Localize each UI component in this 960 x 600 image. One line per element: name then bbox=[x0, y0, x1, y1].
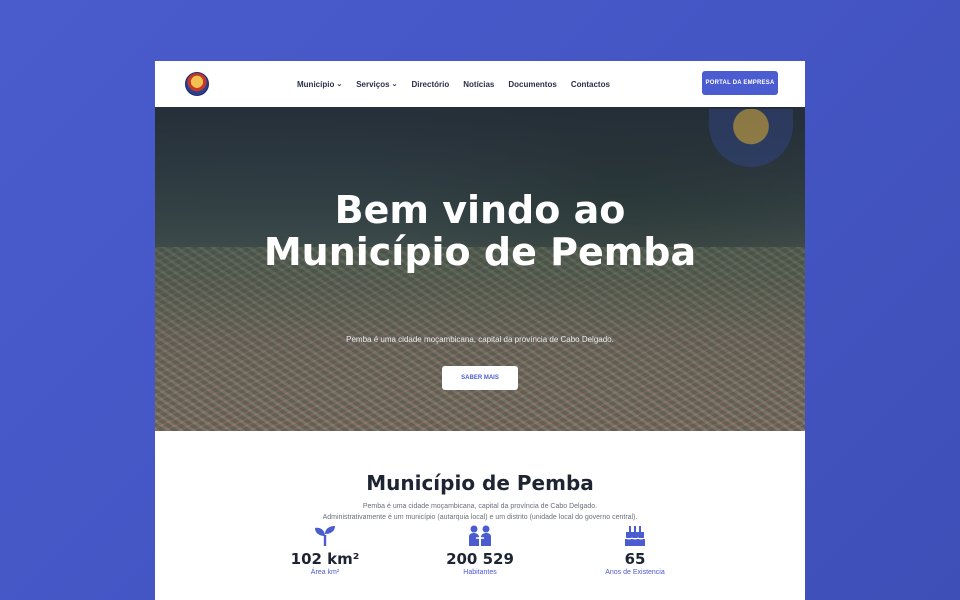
people-icon bbox=[469, 525, 491, 546]
description-line2: Administrativamente é um município (auta… bbox=[322, 514, 638, 521]
description-line1: Pemba é uma cidade moçambicana, capital … bbox=[362, 503, 598, 510]
menu-item-noticias[interactable]: Notícias bbox=[463, 80, 494, 89]
hero-banner: Bem vindo ao Município de Pemba Pemba é … bbox=[155, 107, 805, 431]
menu-item-directorio[interactable]: Directório bbox=[411, 80, 449, 89]
menu-item-label: Serviços bbox=[356, 79, 390, 89]
main-menu: Município ⌄ Serviços ⌄ Directório Notíci… bbox=[297, 61, 610, 107]
stat-label: Área km² bbox=[310, 569, 340, 576]
birthday-cake-icon bbox=[625, 526, 645, 546]
menu-item-label: Município bbox=[297, 79, 335, 89]
stat-area: 102 km² Área km² bbox=[255, 524, 395, 576]
hero-title: Bem vindo ao Município de Pemba bbox=[155, 189, 805, 273]
top-navbar: Município ⌄ Serviços ⌄ Directório Notíci… bbox=[155, 61, 805, 107]
browser-page: Município ⌄ Serviços ⌄ Directório Notíci… bbox=[155, 61, 805, 600]
stat-value: 65 bbox=[624, 550, 646, 568]
section-description: Pemba é uma cidade moçambicana, capital … bbox=[155, 501, 805, 523]
stat-label: Habitantes bbox=[463, 569, 497, 576]
chevron-down-icon: ⌄ bbox=[391, 81, 398, 88]
sprout-icon bbox=[315, 526, 335, 546]
stat-habitantes: 200 529 Habitantes bbox=[410, 524, 550, 576]
menu-item-documentos[interactable]: Documentos bbox=[508, 80, 556, 89]
portal-da-empresa-button[interactable]: PORTAL DA EMPRESA bbox=[702, 71, 778, 95]
municipal-emblem-icon[interactable] bbox=[185, 72, 209, 96]
stat-anos: 65 Anos de Existencia bbox=[565, 524, 705, 576]
menu-item-contactos[interactable]: Contactos bbox=[571, 80, 610, 89]
hero-title-line2: Município de Pemba bbox=[263, 230, 697, 274]
stat-value: 102 km² bbox=[290, 550, 360, 568]
menu-item-label: Notícias bbox=[463, 79, 495, 89]
saber-mais-button[interactable]: SABER MAIS bbox=[442, 366, 518, 390]
menu-item-servicos[interactable]: Serviços ⌄ bbox=[356, 80, 397, 89]
stat-value: 200 529 bbox=[446, 550, 514, 568]
menu-item-label: Directório bbox=[411, 79, 450, 89]
hero-subtitle: Pemba é uma cidade moçambicana, capital … bbox=[346, 335, 614, 344]
menu-item-label: Contactos bbox=[570, 79, 610, 89]
stats-row: 102 km² Área km² 200 529 Habitantes 65 A… bbox=[155, 524, 805, 584]
hero-title-line1: Bem vindo ao bbox=[334, 188, 626, 232]
menu-item-municipio[interactable]: Município ⌄ bbox=[297, 80, 342, 89]
menu-item-label: Documentos bbox=[508, 79, 557, 89]
section-title: Município de Pemba bbox=[366, 471, 594, 495]
chevron-down-icon: ⌄ bbox=[336, 81, 343, 88]
stat-label: Anos de Existencia bbox=[605, 569, 665, 576]
